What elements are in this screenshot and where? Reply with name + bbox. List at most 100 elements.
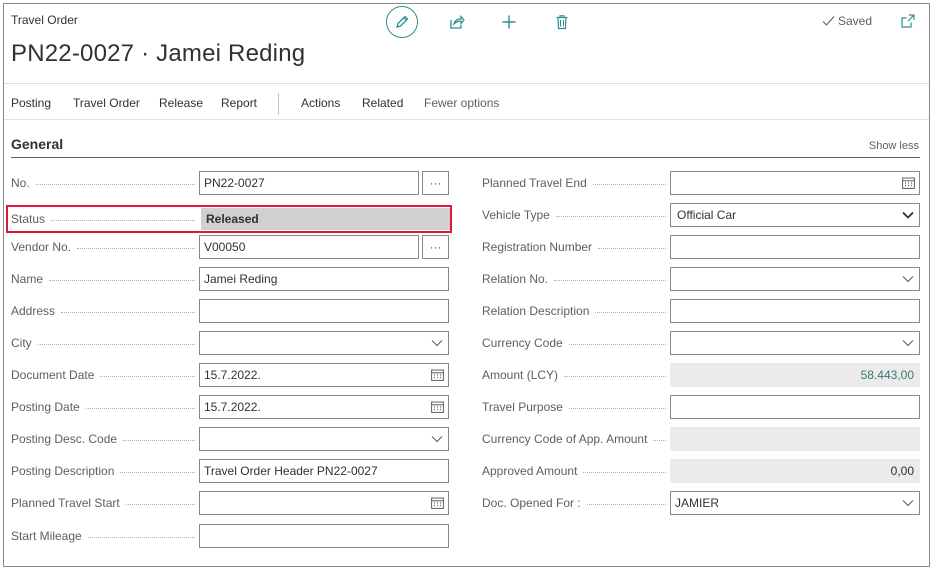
label-leader	[653, 439, 666, 441]
label-leader	[125, 503, 195, 505]
action-travel-order[interactable]: Travel Order	[73, 96, 140, 110]
planned-travel-start-field[interactable]	[199, 491, 449, 515]
start-mileage-field[interactable]	[199, 524, 449, 548]
page-title: PN22-0027 · Jamei Reding	[11, 40, 306, 67]
no-lookup-button[interactable]: ···	[422, 171, 449, 195]
action-fewer-options[interactable]: Fewer options	[424, 96, 499, 110]
document-date-label-text: Document Date	[11, 368, 95, 382]
vendor-no-field[interactable]: V00050	[199, 235, 419, 259]
label-leader	[555, 215, 666, 217]
label-leader	[564, 375, 666, 377]
page-caption: Travel Order	[11, 13, 78, 27]
planned-travel-start-label-text: Planned Travel Start	[11, 496, 120, 510]
action-report[interactable]: Report	[221, 96, 257, 110]
approved-amount-value-box: 0,00	[670, 459, 920, 483]
posting-description-label: Posting Description	[11, 460, 199, 482]
amount-lcy-label-text: Amount (LCY)	[482, 368, 559, 382]
section-underline	[11, 157, 920, 158]
relation-description-label: Relation Description	[482, 300, 670, 322]
doc-opened-for-field[interactable]: JAMIER	[670, 491, 920, 515]
edit-button[interactable]	[386, 6, 418, 38]
doc-opened-for-label-text: Doc. Opened For :	[482, 496, 581, 510]
amount-lcy-label: Amount (LCY)	[482, 364, 670, 386]
registration-number-field[interactable]	[670, 235, 920, 259]
address-label-text: Address	[11, 304, 56, 318]
planned-travel-end-field[interactable]	[670, 171, 920, 195]
saved-label: Saved	[838, 14, 873, 28]
popout-button[interactable]	[900, 13, 916, 29]
checkmark-icon	[822, 16, 835, 26]
label-leader	[583, 471, 666, 473]
posting-desc-code-field[interactable]	[199, 427, 449, 451]
document-date-field[interactable]: 15.7.2022.	[199, 363, 449, 387]
action-related[interactable]: Related	[362, 96, 403, 110]
no-value: PN22-0027	[204, 176, 265, 190]
posting-date-field[interactable]: 15.7.2022.	[199, 395, 449, 419]
calendar-icon[interactable]	[430, 368, 444, 382]
calendar-icon[interactable]	[430, 496, 444, 510]
address-field[interactable]	[199, 299, 449, 323]
chevron-down-icon[interactable]	[430, 432, 444, 446]
chevron-down-icon[interactable]	[430, 336, 444, 350]
relation-description-field[interactable]	[670, 299, 920, 323]
currency-code-label: Currency Code	[482, 332, 670, 354]
currency-code-label-text: Currency Code	[482, 336, 563, 350]
relation-no-label: Relation No.	[482, 268, 670, 290]
relation-description-label-text: Relation Description	[482, 304, 590, 318]
label-leader	[51, 219, 195, 221]
posting-description-field[interactable]: Travel Order Header PN22-0027	[199, 459, 449, 483]
no-field[interactable]: PN22-0027	[199, 171, 419, 195]
chevron-down-icon[interactable]	[901, 496, 915, 510]
amount-lcy-value[interactable]: 58.443,00	[861, 368, 914, 382]
calendar-icon[interactable]	[901, 176, 915, 190]
approved-amount-label: Approved Amount	[482, 460, 670, 482]
ellipsis-icon: ···	[429, 176, 442, 190]
show-less-link[interactable]: Show less	[869, 140, 919, 152]
label-leader	[87, 536, 195, 538]
label-leader	[586, 503, 666, 505]
status-label-text: Status	[11, 212, 46, 226]
relation-no-field[interactable]	[670, 267, 920, 291]
action-release[interactable]: Release	[159, 96, 203, 110]
chevron-down-icon[interactable]	[901, 272, 915, 286]
city-field[interactable]	[199, 331, 449, 355]
section-title-general[interactable]: General	[11, 136, 63, 152]
status-value: Released	[201, 208, 450, 230]
action-posting[interactable]: Posting	[11, 96, 51, 110]
label-leader	[592, 183, 666, 185]
saved-indicator: Saved	[822, 14, 872, 28]
label-leader	[100, 375, 195, 377]
travel-purpose-label: Travel Purpose	[482, 396, 670, 418]
chevron-down-icon[interactable]	[901, 208, 915, 222]
vehicle-type-label: Vehicle Type	[482, 204, 670, 226]
travel-purpose-field[interactable]	[670, 395, 920, 419]
vendor-no-lookup-button[interactable]: ···	[422, 235, 449, 259]
calendar-icon[interactable]	[430, 400, 444, 414]
chevron-down-icon[interactable]	[901, 336, 915, 350]
add-button[interactable]	[499, 12, 519, 32]
posting-date-label-text: Posting Date	[11, 400, 80, 414]
amount-lcy-value-box[interactable]: 58.443,00	[670, 363, 920, 387]
label-leader	[554, 279, 666, 281]
delete-button[interactable]	[552, 12, 572, 32]
start-mileage-label-text: Start Mileage	[11, 529, 82, 543]
registration-number-label-text: Registration Number	[482, 240, 593, 254]
approved-amount-value: 0,00	[890, 464, 914, 478]
label-leader	[61, 311, 195, 313]
posting-date-label: Posting Date	[11, 396, 199, 418]
popout-icon	[901, 14, 915, 28]
label-leader	[598, 247, 666, 249]
name-field[interactable]: Jamei Reding	[199, 267, 449, 291]
action-separator	[278, 93, 279, 115]
currency-code-field[interactable]	[670, 331, 920, 355]
no-label-text: No.	[11, 176, 30, 190]
share-icon	[450, 14, 465, 29]
edit-icon	[396, 15, 409, 28]
actionbar-divider	[4, 119, 929, 120]
share-button[interactable]	[447, 12, 467, 32]
vendor-no-label-text: Vendor No.	[11, 240, 72, 254]
action-actions[interactable]: Actions	[301, 96, 340, 110]
city-label-text: City	[11, 336, 32, 350]
vehicle-type-select[interactable]: Official Car	[670, 203, 920, 227]
vendor-no-label: Vendor No.	[11, 236, 199, 258]
